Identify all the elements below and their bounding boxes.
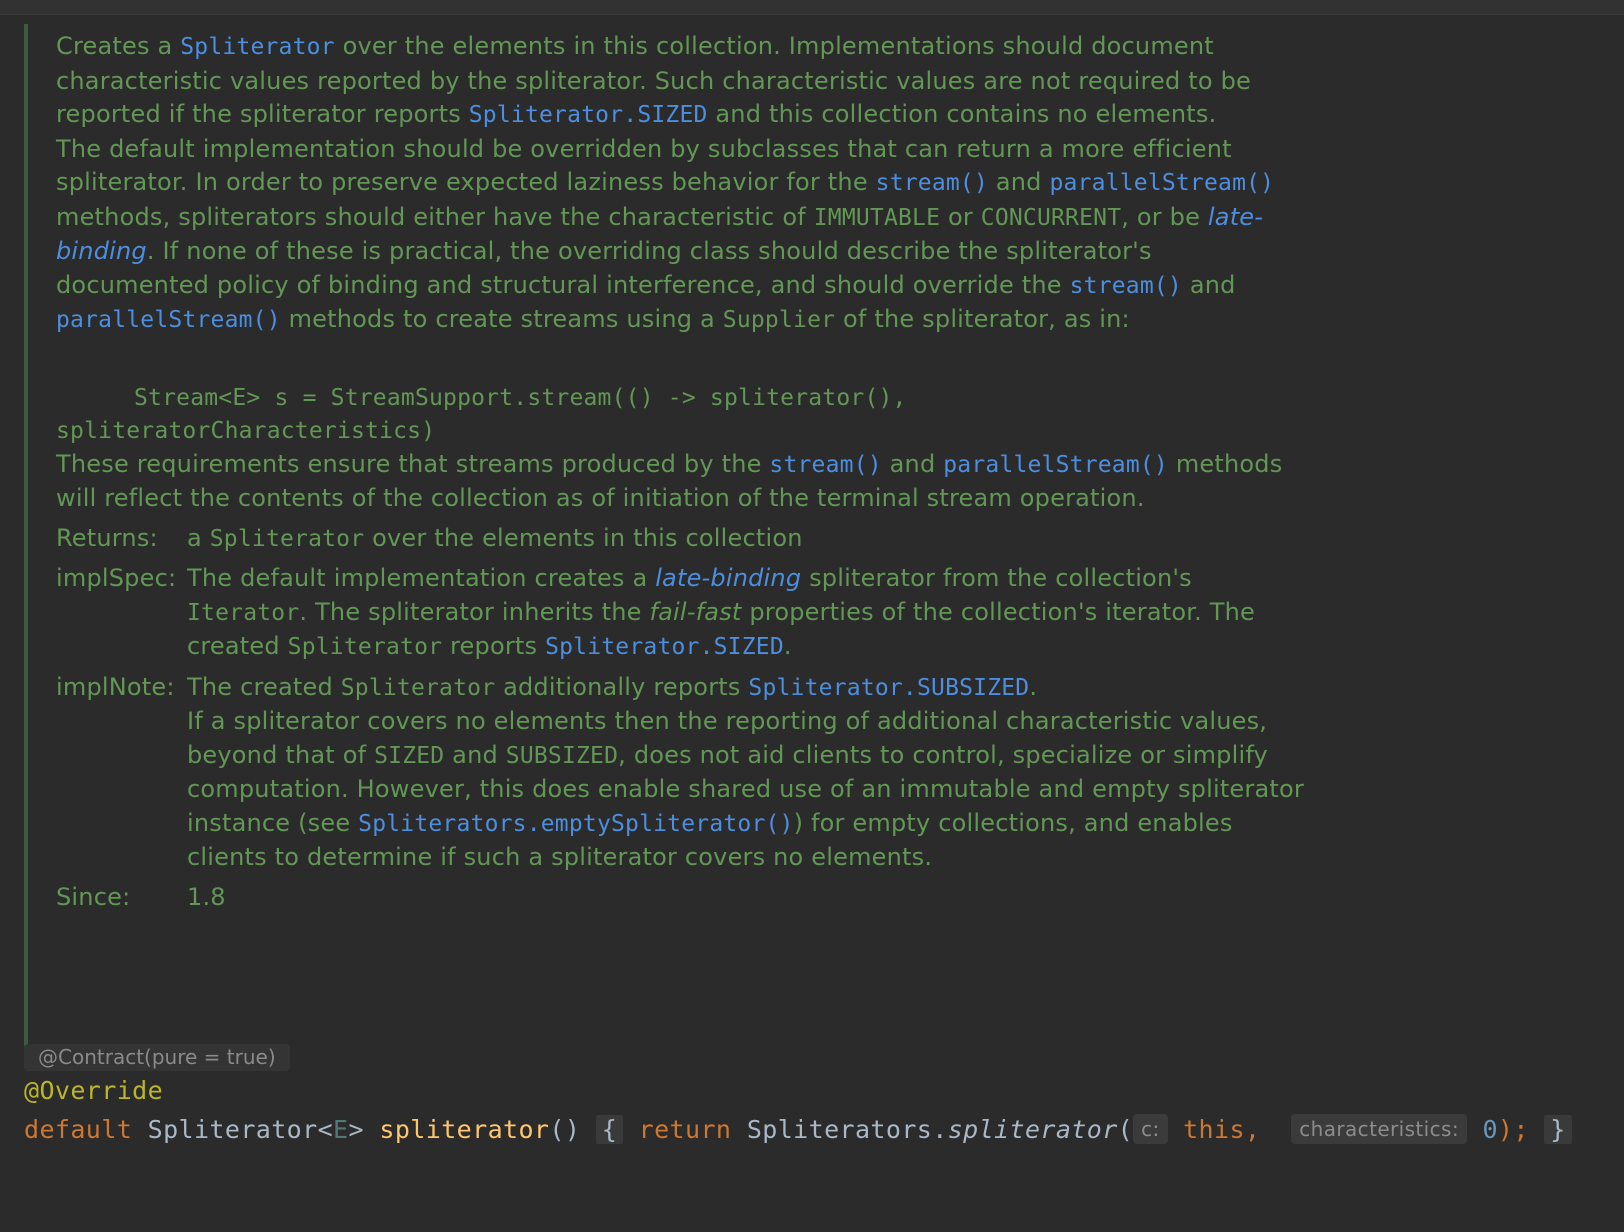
doc-text-fragment: The default implementation creates a [187,564,656,592]
spliterator-sized-link[interactable]: Spliterator.SIZED [545,634,784,660]
editor-top-strip [0,0,1624,15]
spliterator-subsized-link[interactable]: Spliterator.SUBSIZED [748,675,1029,701]
doc-text-fragment: a [187,523,210,552]
doc-text-fragment: Creates a [56,32,181,60]
fold-close-brace[interactable]: } [1544,1115,1572,1144]
zero-literal: 0 [1482,1115,1498,1144]
spliterator-call[interactable]: spliterator [948,1115,1118,1144]
tag-label: implNote: [56,672,175,701]
doc-text-fragment: methods, spliterators should either have… [56,202,814,231]
doc-paragraph-summary: Creates a Spliterator over the elements … [56,30,1306,133]
subsized-code: SUBSIZED [505,742,619,769]
generic-close: > [348,1115,364,1144]
spliterator-code: Spliterator [287,634,443,660]
late-binding-link[interactable]: late-binding [655,564,801,592]
doc-text-fragment: over the elements in this collection [364,523,803,552]
implnote-paragraph: If a spliterator covers no elements then… [187,705,1306,875]
spliterator-sized-link[interactable]: Spliterator.SIZED [469,102,708,128]
tag-label: Since: [56,882,131,911]
parameter-hint-characteristics: characteristics: [1291,1114,1467,1144]
method-name[interactable]: spliterator [379,1115,549,1144]
doc-text-fragment: spliterator from the collection's [801,564,1192,592]
returns-tag: Returns: a Spliterator over the elements… [56,522,1306,557]
stream-link[interactable]: stream() [876,170,988,196]
doc-text-fragment: . [1029,672,1038,701]
tag-body: The default implementation creates a lat… [187,562,1306,665]
doc-text-fragment: and [1181,270,1236,299]
doc-text-fragment: additionally reports [495,672,749,701]
supplier-code: Supplier [722,307,836,333]
code-sample-line: spliteratorCharacteristics) [56,417,436,444]
default-keyword: default [24,1115,133,1144]
doc-paragraph-default-impl: The default implementation should be ove… [56,133,1306,338]
since-value: 1.8 [187,882,226,911]
tag-label: implSpec: [56,564,177,592]
this-keyword: this, [1183,1115,1261,1144]
sized-code: SIZED [374,742,445,769]
immutable-code: IMMUTABLE [813,204,941,231]
iterator-code: Iterator [187,599,300,626]
doc-text-fragment: and [881,449,944,478]
parameter-hint-c: c: [1133,1114,1168,1144]
fail-fast-emphasis: fail-fast [649,597,742,626]
implspec-tag: implSpec: The default implementation cre… [56,562,1306,665]
stream-link[interactable]: stream() [1070,273,1182,299]
concurrent-code: CONCURRENT [980,204,1122,231]
doc-text-fragment: reports [442,632,546,660]
doc-text-fragment: The created [187,672,341,701]
parallel-stream-link[interactable]: parallelStream() [56,307,281,333]
parameter-list: () [549,1115,581,1144]
call-open-paren: ( [1117,1115,1134,1144]
empty-spliterator-link[interactable]: Spliterators.emptySpliterator() [358,811,793,837]
implnote-line: The created Spliterator additionally rep… [187,671,1306,706]
return-type[interactable]: Spliterator [148,1115,318,1144]
generic-open: < [317,1115,334,1144]
doc-text-fragment: . If none of these is practical, the ove… [56,237,1152,299]
type-parameter: E [333,1115,349,1144]
since-tag: Since: 1.8 [56,881,1306,915]
doc-code-sample: Stream<E> s = StreamSupport.stream(() ->… [56,382,1306,448]
spliterator-code: Spliterator [209,525,365,552]
tag-label: Returns: [56,523,158,552]
inferred-contract-annotation[interactable]: @Contract(pure = true) [24,1044,290,1071]
override-annotation: @Override [24,1076,164,1105]
doc-text-fragment: These requirements ensure that streams p… [56,449,770,478]
method-declaration-line: default Spliterator<E> spliterator() { r… [24,1114,1572,1144]
return-keyword: return [638,1115,732,1144]
spliterator-link[interactable]: Spliterator [180,34,335,60]
javadoc-text: Creates a Spliterator over the elements … [56,30,1306,914]
doc-tags: Returns: a Spliterator over the elements… [56,522,1306,915]
doc-text-fragment: . [783,632,792,660]
doc-text-fragment: or [940,202,981,231]
code-sample-line: Stream<E> s = StreamSupport.stream(() ->… [134,384,907,411]
doc-paragraph-requirements: These requirements ensure that streams p… [56,448,1306,516]
tag-body: The created Spliterator additionally rep… [187,671,1306,875]
doc-text-fragment: and [444,740,506,769]
implnote-tag: implNote: The created Spliterator additi… [56,671,1306,875]
doc-text-fragment: , or be [1121,202,1208,231]
spliterators-class-ref[interactable]: Spliterators. [747,1115,948,1144]
fold-open-brace[interactable]: { [595,1115,624,1144]
doc-text-fragment: and [988,168,1050,196]
doc-text-fragment: and this collection contains no elements… [707,100,1217,128]
call-close: ); [1497,1115,1529,1144]
tag-body: a Spliterator over the elements in this … [187,522,1306,557]
doc-text-fragment: . The spliterator inherits the [299,597,650,626]
spliterator-code: Spliterator [340,674,496,701]
parallel-stream-link[interactable]: parallelStream() [1049,170,1274,196]
rendered-javadoc: Creates a Spliterator over the elements … [24,24,1304,1064]
doc-text-fragment: methods to create streams using a [280,305,723,333]
doc-text-fragment: of the spliterator, as in: [835,305,1130,333]
stream-link[interactable]: stream() [769,452,881,478]
parallel-stream-link[interactable]: parallelStream() [943,452,1168,478]
